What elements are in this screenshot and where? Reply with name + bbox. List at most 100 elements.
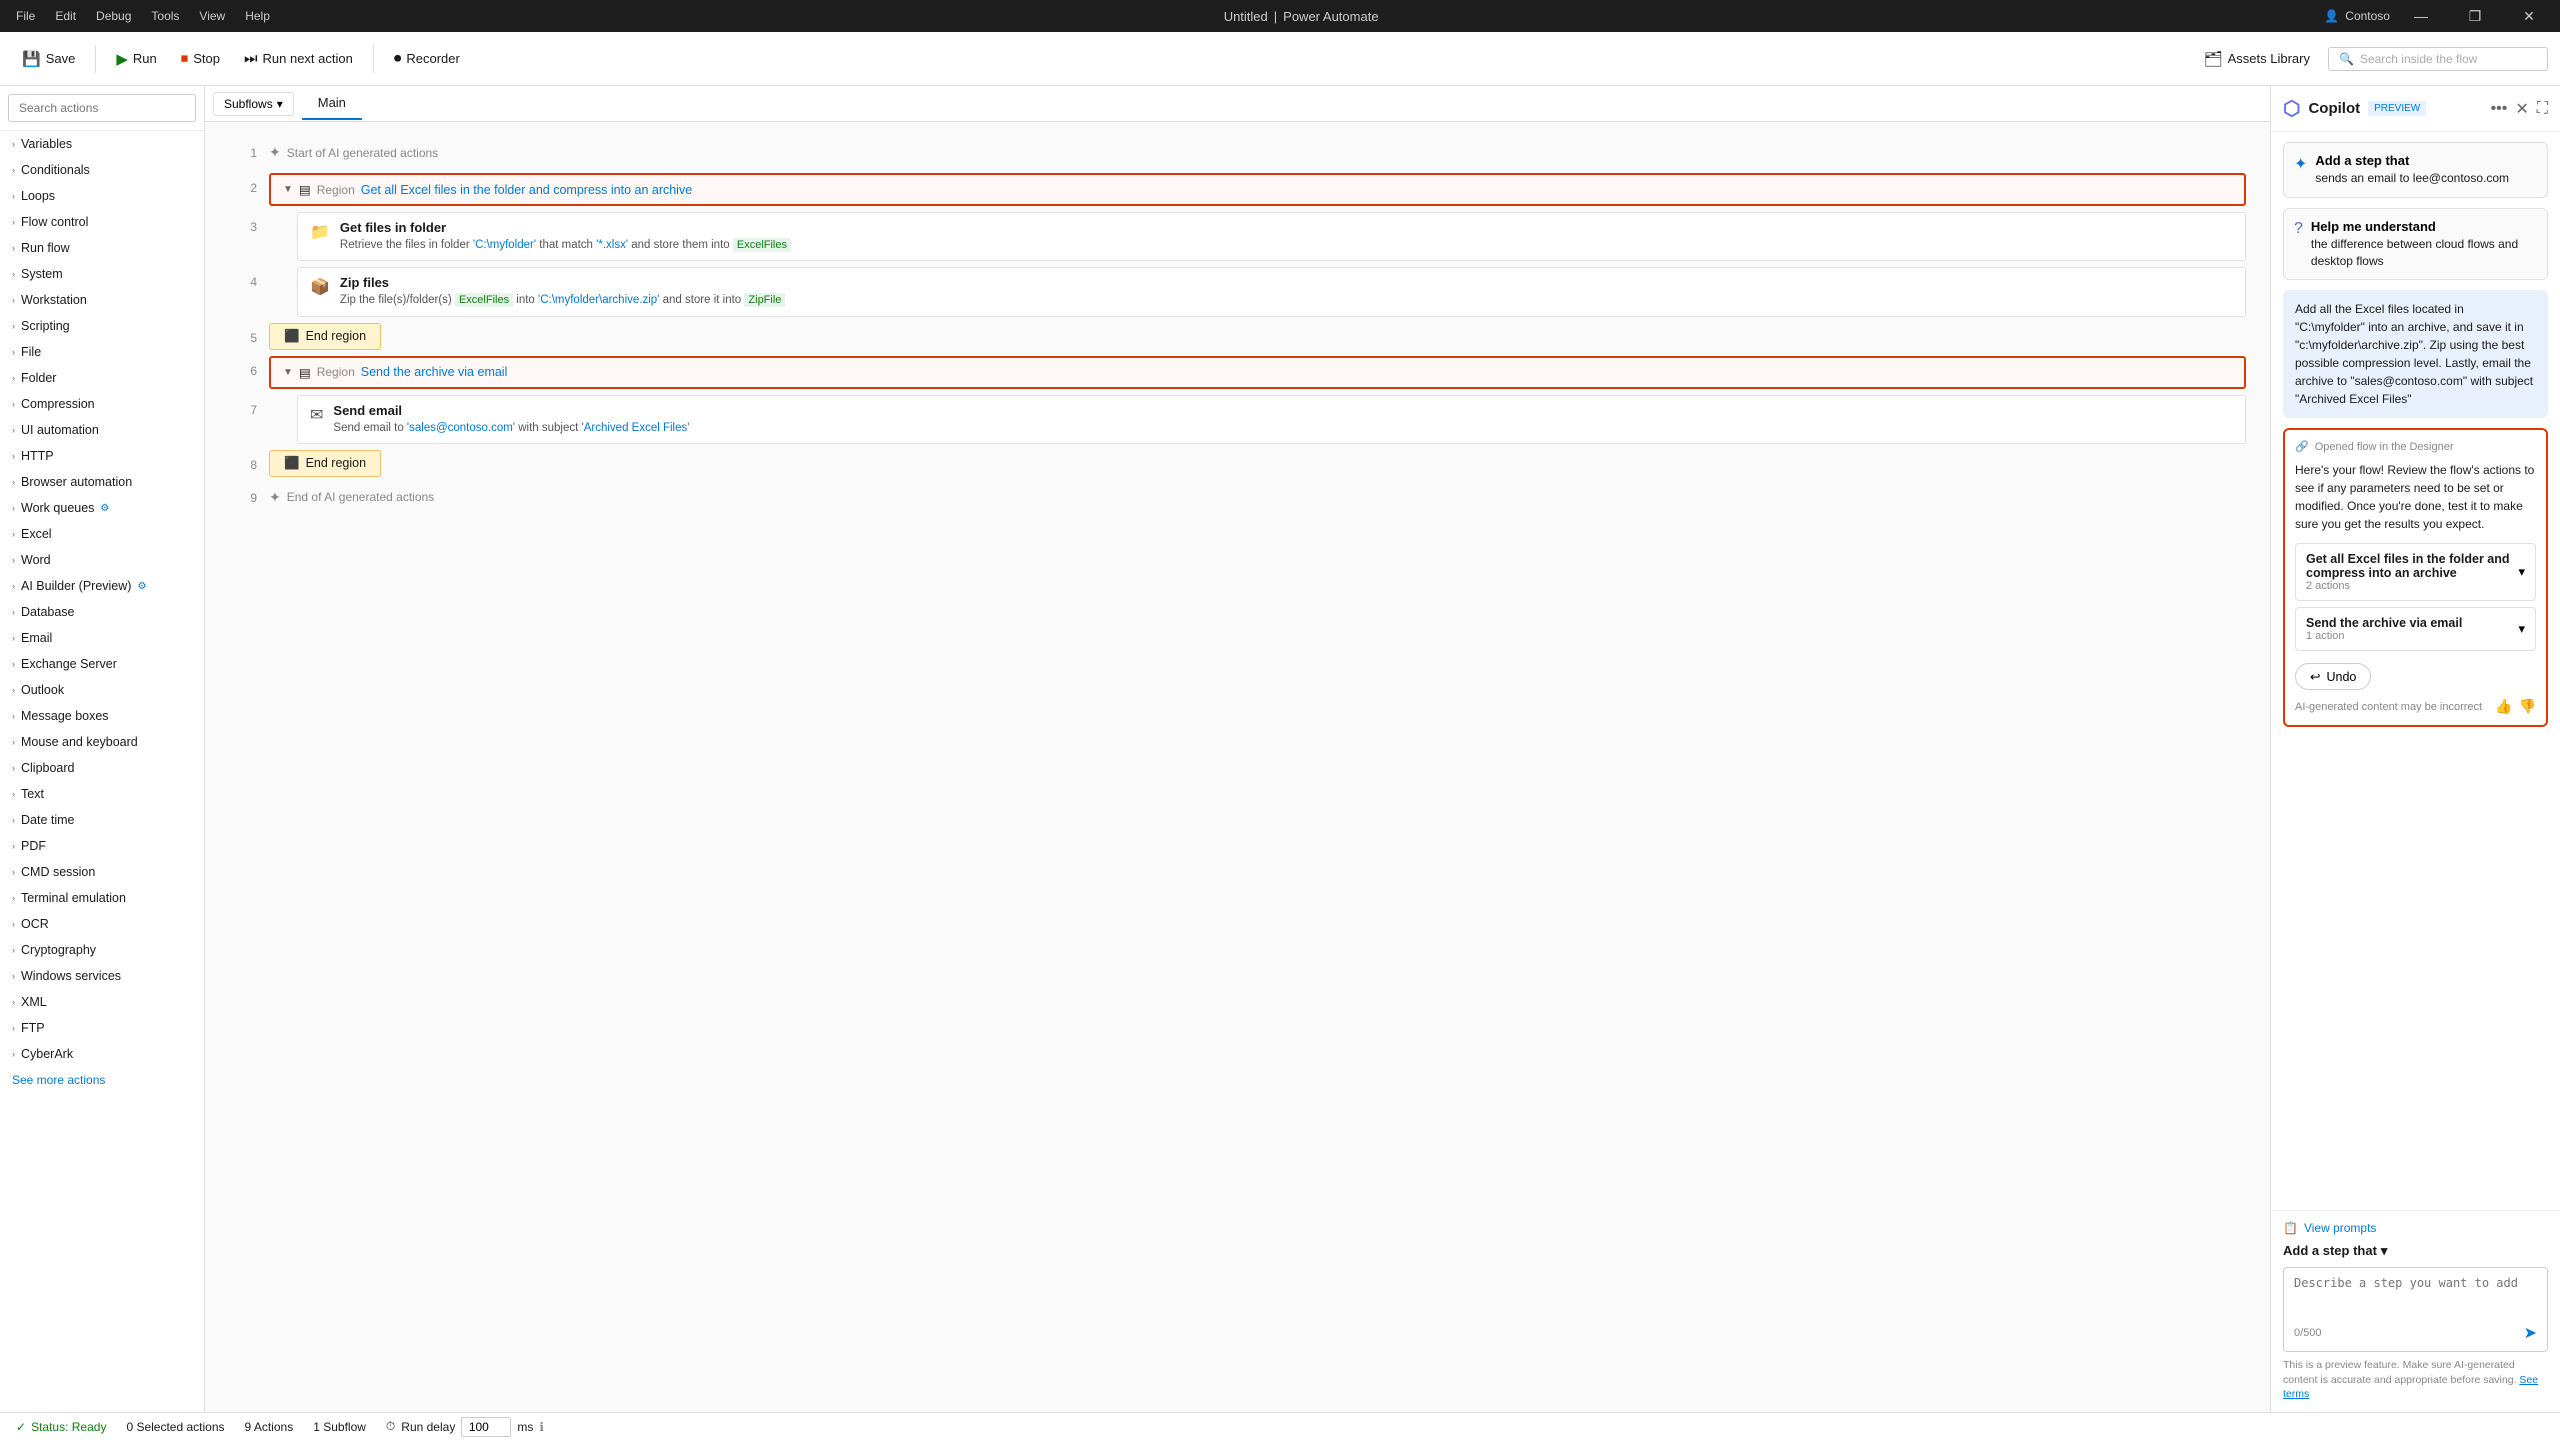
sidebar-item-datetime[interactable]: › Date time — [0, 807, 204, 833]
action-send-email[interactable]: ✉ Send email Send email to 'sales@contos… — [297, 395, 2246, 444]
thumbs-up-button[interactable]: 👍 — [2495, 698, 2512, 715]
sidebar-item-flow-control[interactable]: › Flow control — [0, 209, 204, 235]
sidebar-item-word[interactable]: › Word — [0, 547, 204, 573]
more-options-icon[interactable]: ••• — [2491, 100, 2508, 118]
view-prompts-button[interactable]: 📋 View prompts — [2283, 1221, 2548, 1235]
sidebar-item-email[interactable]: › Email — [0, 625, 204, 651]
region-1-header[interactable]: ▼ ▤ Region Get all Excel files in the fo… — [269, 173, 2246, 206]
sidebar-item-message-boxes[interactable]: › Message boxes — [0, 703, 204, 729]
action-get-files[interactable]: 📁 Get files in folder Retrieve the files… — [297, 212, 2246, 261]
arrow-icon: › — [12, 139, 15, 149]
copilot-region-item-2[interactable]: Send the archive via email 1 action ▾ — [2295, 607, 2536, 651]
sidebar-item-work-queues[interactable]: › Work queues ⚙ — [0, 495, 204, 521]
sidebar-label: Variables — [21, 137, 72, 151]
region-2-header[interactable]: ▼ ▤ Region Send the archive via email — [269, 356, 2246, 389]
close-button[interactable]: ✕ — [2506, 0, 2552, 32]
menu-view[interactable]: View — [191, 7, 233, 25]
sidebar-item-windows-services[interactable]: › Windows services — [0, 963, 204, 989]
run-delay-input[interactable] — [461, 1417, 511, 1437]
action-desc-zip: Zip the file(s)/folder(s) ExcelFiles int… — [340, 292, 2233, 308]
menu-file[interactable]: File — [8, 7, 43, 25]
assets-library-button[interactable]: 🗂 Assets Library — [2194, 45, 2320, 73]
copilot-bottom: 📋 View prompts Add a step that ▾ 0/500 ➤… — [2271, 1210, 2560, 1412]
sidebar-item-workstation[interactable]: › Workstation — [0, 287, 204, 313]
arrow-icon: › — [12, 269, 15, 279]
suggestion-add-step[interactable]: ✦ Add a step that sends an email to lee@… — [2283, 142, 2548, 198]
sidebar-label: Text — [21, 787, 44, 801]
sidebar-item-excel[interactable]: › Excel — [0, 521, 204, 547]
maximize-button[interactable]: ❐ — [2452, 0, 2498, 32]
copilot-input[interactable] — [2294, 1276, 2537, 1316]
sidebar-item-scripting[interactable]: › Scripting — [0, 313, 204, 339]
main-tab[interactable]: Main — [302, 87, 362, 120]
sidebar-item-folder[interactable]: › Folder — [0, 365, 204, 391]
sidebar-item-variables[interactable]: › Variables — [0, 131, 204, 157]
toolbar-separator-2 — [373, 45, 374, 73]
search-inside-flow[interactable]: 🔍 Search inside the flow — [2328, 47, 2548, 71]
sidebar-item-xml[interactable]: › XML — [0, 989, 204, 1015]
minimize-button[interactable]: — — [2398, 0, 2444, 32]
sidebar-item-conditionals[interactable]: › Conditionals — [0, 157, 204, 183]
sidebar-item-clipboard[interactable]: › Clipboard — [0, 755, 204, 781]
sidebar-item-run-flow[interactable]: › Run flow — [0, 235, 204, 261]
run-button[interactable]: ▶ Run — [106, 45, 166, 73]
stop-button[interactable]: ⏹ Stop — [171, 45, 230, 72]
arrow-icon: › — [12, 321, 15, 331]
action-zip-files[interactable]: 📦 Zip files Zip the file(s)/folder(s) Ex… — [297, 267, 2246, 316]
sidebar-item-exchange[interactable]: › Exchange Server — [0, 651, 204, 677]
action-title-send-email: Send email — [333, 403, 2233, 418]
sidebar-item-terminal[interactable]: › Terminal emulation — [0, 885, 204, 911]
copilot-input-area: 0/500 ➤ — [2283, 1267, 2548, 1352]
status-ready: ✓ Status: Ready — [16, 1420, 106, 1434]
expand-icon[interactable]: ⛶ — [2537, 100, 2548, 118]
sidebar-item-mouse-keyboard[interactable]: › Mouse and keyboard — [0, 729, 204, 755]
menu-edit[interactable]: Edit — [47, 7, 84, 25]
sidebar-item-http[interactable]: › HTTP — [0, 443, 204, 469]
sidebar-item-compression[interactable]: › Compression — [0, 391, 204, 417]
run-next-action-button[interactable]: ⏭ Run next action — [234, 45, 363, 72]
collapse-icon-2[interactable]: ▼ — [283, 367, 293, 378]
search-actions-input[interactable] — [8, 94, 196, 122]
sidebar-item-ftp[interactable]: › FTP — [0, 1015, 204, 1041]
sidebar-item-file[interactable]: › File — [0, 339, 204, 365]
sidebar-item-cyberark[interactable]: › CyberArk — [0, 1041, 204, 1067]
menu-debug[interactable]: Debug — [88, 7, 139, 25]
sidebar-label: FTP — [21, 1021, 45, 1035]
arrow-icon: › — [12, 1023, 15, 1033]
sidebar-item-text[interactable]: › Text — [0, 781, 204, 807]
sidebar-item-loops[interactable]: › Loops — [0, 183, 204, 209]
thumbs-down-button[interactable]: 👎 — [2519, 698, 2536, 715]
sidebar-item-system[interactable]: › System — [0, 261, 204, 287]
sidebar-item-outlook[interactable]: › Outlook — [0, 677, 204, 703]
copilot-panel: ⬡ Copilot PREVIEW ••• ✕ ⛶ ✦ Add a step t… — [2270, 86, 2560, 1412]
copilot-region-item-1[interactable]: Get all Excel files in the folder and co… — [2295, 543, 2536, 601]
toolbar-right: 🗂 Assets Library 🔍 Search inside the flo… — [2194, 45, 2548, 73]
end-region-button-2[interactable]: ⬛ End region — [269, 450, 381, 477]
suggestion-help-understand[interactable]: ? Help me understand the difference betw… — [2283, 208, 2548, 281]
sidebar-item-cryptography[interactable]: › Cryptography — [0, 937, 204, 963]
close-copilot-icon[interactable]: ✕ — [2515, 99, 2528, 119]
sidebar-item-browser-automation[interactable]: › Browser automation — [0, 469, 204, 495]
send-button[interactable]: ➤ — [2524, 1323, 2537, 1343]
sidebar-item-ui-automation[interactable]: › UI automation — [0, 417, 204, 443]
arrow-icon: › — [12, 945, 15, 955]
subflows-button[interactable]: Subflows ▾ — [213, 92, 294, 116]
account-info[interactable]: 👤 Contoso — [2324, 9, 2390, 23]
menu-tools[interactable]: Tools — [143, 7, 187, 25]
sidebar-item-ai-builder[interactable]: › AI Builder (Preview) ⚙ — [0, 573, 204, 599]
recorder-button[interactable]: ⏺ Recorder — [384, 45, 470, 72]
save-button[interactable]: 💾 Save — [12, 45, 85, 73]
sidebar-label: Windows services — [21, 969, 121, 983]
info-icon[interactable]: ℹ — [539, 1420, 544, 1434]
sidebar-item-ocr[interactable]: › OCR — [0, 911, 204, 937]
end-region-button-1[interactable]: ⬛ End region — [269, 323, 381, 350]
end-region-icon: ⬛ — [284, 329, 300, 344]
collapse-icon[interactable]: ▼ — [283, 184, 293, 195]
undo-button[interactable]: ↩ Undo — [2295, 663, 2371, 690]
sidebar-item-cmd[interactable]: › CMD session — [0, 859, 204, 885]
menu-help[interactable]: Help — [237, 7, 278, 25]
add-step-header[interactable]: Add a step that ▾ — [2283, 1243, 2548, 1259]
sidebar-item-pdf[interactable]: › PDF — [0, 833, 204, 859]
see-more-actions[interactable]: See more actions — [0, 1067, 204, 1093]
sidebar-item-database[interactable]: › Database — [0, 599, 204, 625]
